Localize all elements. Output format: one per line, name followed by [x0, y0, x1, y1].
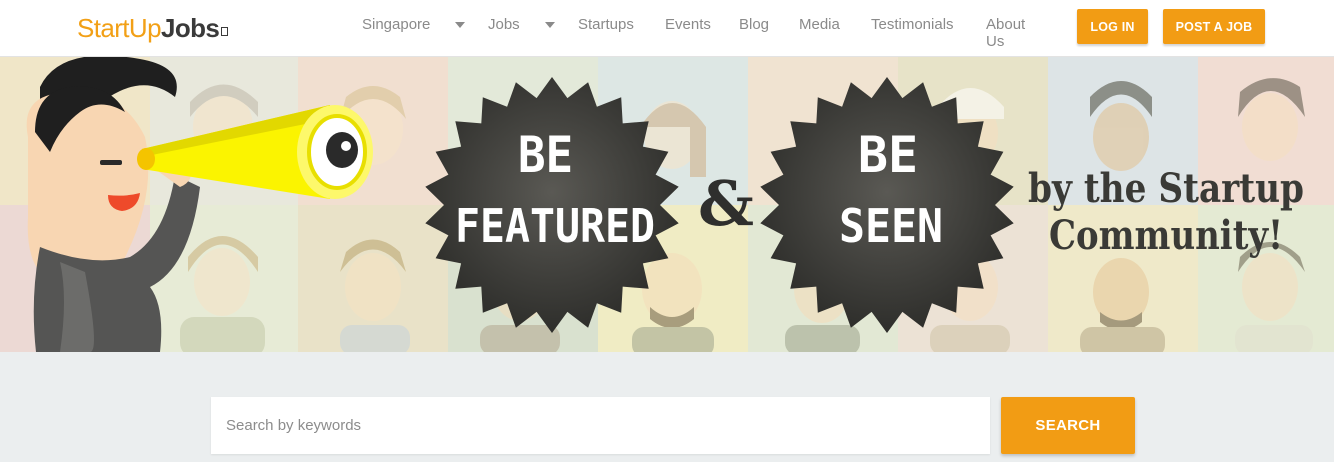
search-button[interactable]: SEARCH [1001, 397, 1135, 454]
login-button[interactable]: LOG IN [1077, 9, 1148, 44]
hero-banner: BE FEATURED & BE SEEN by the Startup Com… [0, 57, 1334, 352]
search-keywords-input[interactable] [211, 397, 990, 454]
badge1-line2: FEATURED [455, 199, 655, 253]
search-section: SEARCH [0, 352, 1334, 462]
hero-banner-illustration: BE FEATURED & BE SEEN by the Startup Com… [0, 57, 1334, 352]
nav-blog[interactable]: Blog [739, 16, 769, 33]
nav-location-dropdown[interactable]: Singapore [362, 16, 430, 33]
logo-text: StartUpJobs [77, 12, 220, 44]
site-header: StartUpJobs Singapore Jobs Startups Even… [0, 0, 1334, 57]
nav-about-us[interactable]: About Us [986, 16, 1025, 50]
logo-text-jobs: Jobs [160, 13, 220, 43]
tagline-line2: Community! [1049, 212, 1283, 259]
ampersand-text: & [698, 167, 754, 240]
post-a-job-button[interactable]: POST A JOB [1163, 9, 1265, 44]
tagline-line1: by the Startup [1028, 165, 1304, 212]
badge1-line1: BE [518, 126, 573, 184]
nav-testimonials[interactable]: Testimonials [871, 16, 954, 33]
chevron-down-icon[interactable] [545, 22, 555, 28]
badge2-line1: BE [858, 126, 918, 184]
nav-jobs-dropdown[interactable]: Jobs [488, 16, 520, 33]
badge2-line2: SEEN [839, 199, 943, 253]
chevron-down-icon[interactable] [455, 22, 465, 28]
logo-flag-icon [221, 27, 229, 36]
startupjobs-logo[interactable]: StartUpJobs [77, 10, 229, 44]
nav-startups[interactable]: Startups [578, 16, 634, 33]
nav-media[interactable]: Media [799, 16, 840, 33]
nav-events[interactable]: Events [665, 16, 711, 33]
logo-text-startup: StartUp [77, 13, 162, 43]
